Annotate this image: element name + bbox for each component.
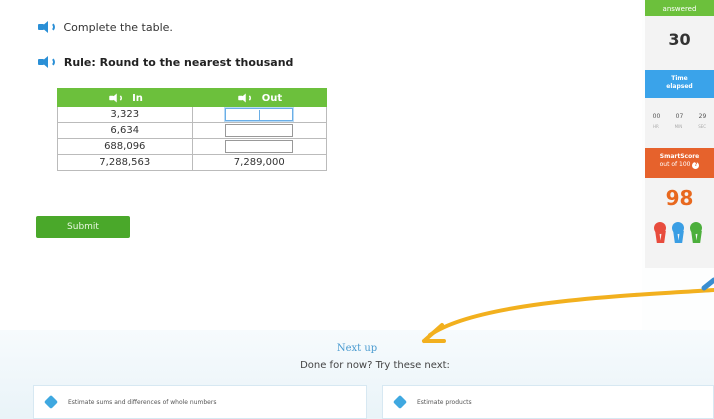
stats-sidebar: answered 30 Time elapsed 00 07 29 HR MIN…	[645, 0, 714, 268]
ribbon-icon	[653, 222, 667, 244]
clock-labels: HR MIN SEC	[645, 124, 714, 129]
speaker-icon[interactable]	[38, 21, 56, 33]
suggestion-label: Estimate products	[417, 398, 472, 406]
smartscore-subtitle-text: out of 100	[659, 161, 691, 168]
rule: Rule: Round to the nearest thousand	[38, 55, 293, 69]
table-row: 3,323	[57, 106, 327, 123]
next-up-subtext: Done for now? Try these next:	[300, 360, 450, 371]
column-header-out-label: Out	[261, 92, 283, 104]
answer-input[interactable]	[225, 140, 294, 153]
clock-seconds: 29	[698, 113, 707, 120]
rule-text: Rule: Round to the nearest thousand	[63, 55, 294, 69]
info-icon[interactable]: ?	[692, 162, 700, 169]
table-row: 7,288,563 7,289,000	[57, 154, 327, 171]
column-header-in: In	[57, 88, 193, 107]
smartscore-title: SmartScore	[659, 153, 700, 160]
answer-input[interactable]	[225, 108, 294, 121]
diamond-icon	[392, 394, 408, 410]
suggestion-card[interactable]: Estimate products	[382, 385, 714, 419]
table-row: 6,634	[57, 122, 327, 139]
next-up-heading: Next up	[336, 343, 378, 354]
out-cell	[191, 138, 327, 155]
in-cell: 6,634	[57, 122, 193, 139]
smartscore-subtitle: out of 100 ?	[645, 161, 714, 169]
ribbon-icon	[689, 222, 703, 244]
in-cell: 688,096	[57, 138, 193, 155]
instruction: Complete the table.	[38, 20, 173, 34]
answered-count: 30	[668, 30, 691, 49]
instruction-text: Complete the table.	[63, 20, 173, 34]
column-header-in-label: In	[132, 92, 143, 104]
out-cell	[191, 122, 327, 139]
clock-label-sec: SEC	[698, 124, 707, 129]
time-elapsed-line2: elapsed	[666, 83, 693, 90]
speaker-icon[interactable]	[108, 93, 123, 102]
clock-minutes: 07	[675, 113, 684, 120]
diamond-icon	[43, 394, 59, 410]
table-row: 688,096	[57, 138, 327, 155]
column-header-out: Out	[191, 88, 327, 107]
speaker-icon[interactable]	[238, 93, 253, 102]
in-out-table: In Out 3,323 6,634 688,096 7,288,563 7,2…	[57, 88, 327, 171]
out-cell: 7,289,000	[191, 154, 327, 171]
award-ribbons	[653, 222, 703, 244]
answer-input[interactable]	[225, 124, 294, 137]
answered-label: answered	[645, 0, 714, 16]
time-elapsed-header: Time elapsed	[645, 70, 714, 98]
time-elapsed-line1: Time	[671, 75, 688, 82]
out-cell	[191, 106, 327, 123]
question-area: Complete the table. Rule: Round to the n…	[0, 0, 642, 330]
clock-hours: 00	[652, 113, 661, 120]
elapsed-clock: 00 07 29	[645, 113, 714, 120]
in-cell: 3,323	[57, 106, 193, 123]
clock-label-min: MIN	[674, 124, 683, 129]
clock-label-hr: HR	[652, 124, 659, 129]
practice-page: Complete the table. Rule: Round to the n…	[0, 0, 714, 419]
in-cell: 7,288,563	[57, 154, 193, 171]
speaker-icon[interactable]	[38, 56, 56, 68]
suggestion-label: Estimate sums and differences of whole n…	[68, 398, 217, 406]
submit-button[interactable]: Submit	[36, 216, 130, 238]
suggestion-card[interactable]: Estimate sums and differences of whole n…	[33, 385, 367, 419]
smartscore-header: SmartScore out of 100 ?	[645, 148, 714, 178]
ribbon-icon	[671, 222, 685, 244]
smartscore-value: 98	[665, 186, 694, 210]
